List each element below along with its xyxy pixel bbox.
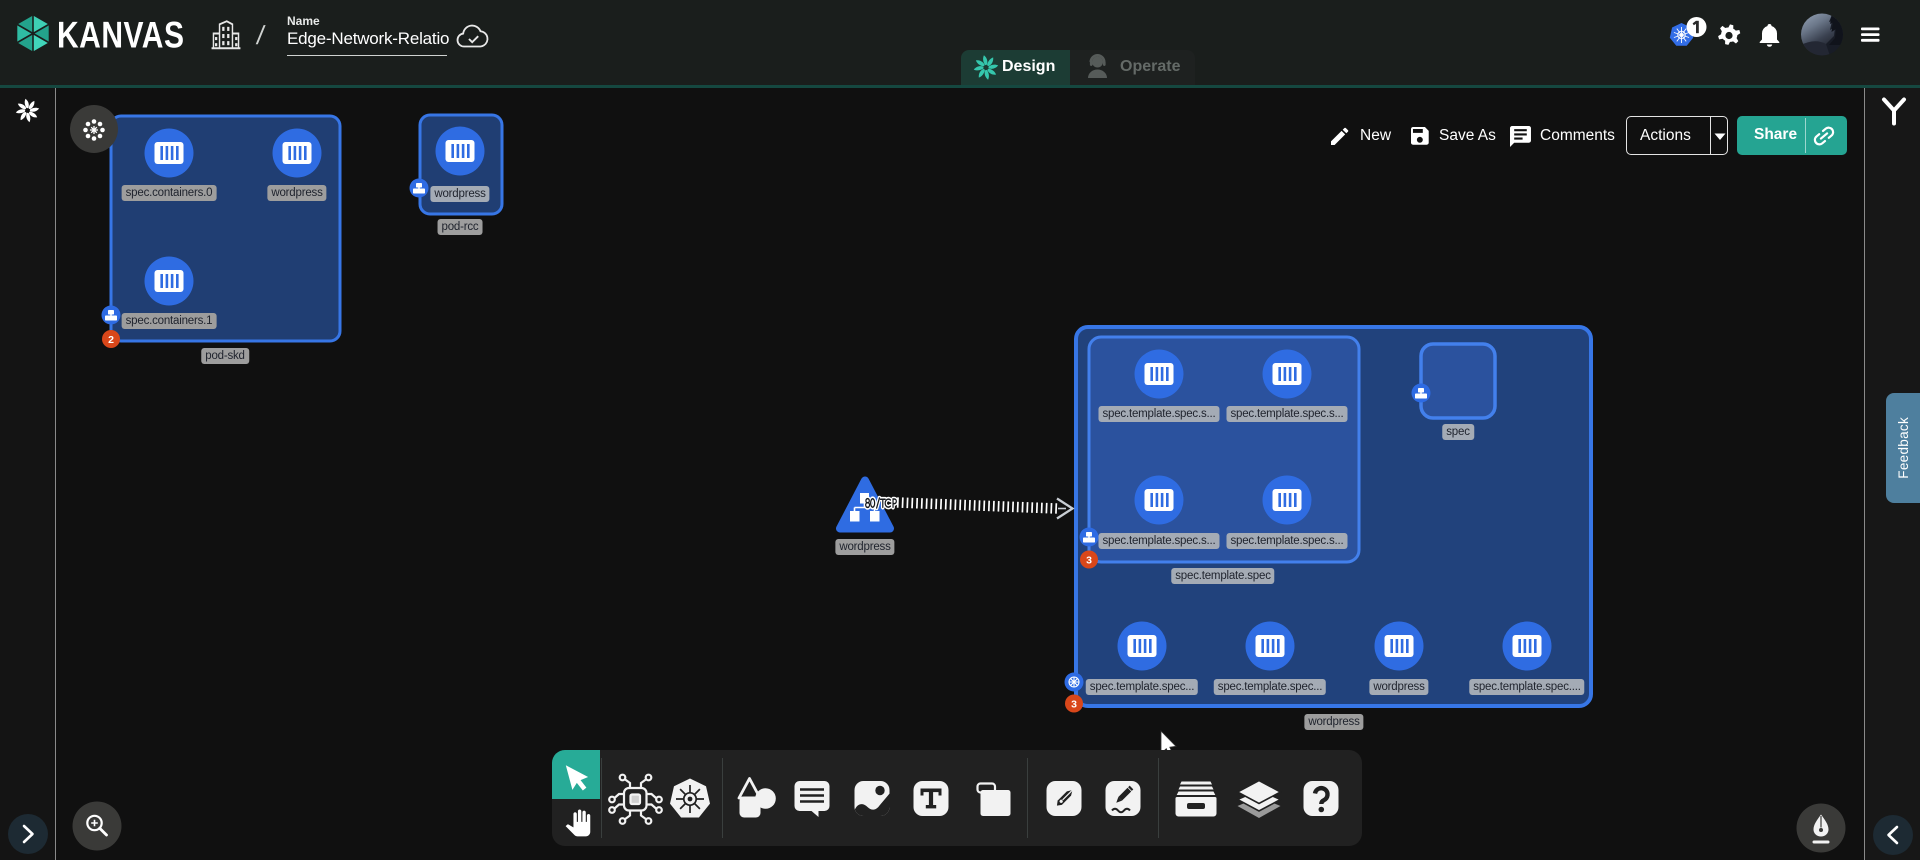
svg-text:3: 3 [1086,555,1092,567]
svg-text:2: 2 [108,334,114,346]
